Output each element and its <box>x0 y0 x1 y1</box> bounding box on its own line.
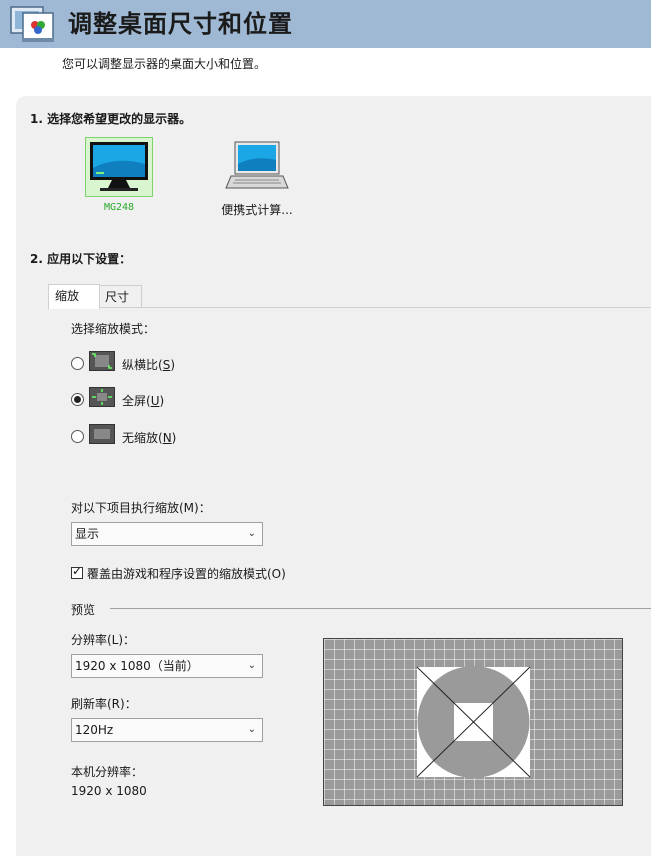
option-text: 无缩放( <box>122 431 163 445</box>
option-tail: ) <box>171 431 177 445</box>
override-scaling-label: 覆盖由游戏和程序设置的缩放模式(O) <box>87 567 286 581</box>
refresh-rate-select[interactable]: 120Hz ⌄ <box>71 718 263 742</box>
step1-heading: 1. 选择您希望更改的显示器。 <box>30 112 192 126</box>
option-full-screen: 全屏(U) <box>122 392 164 409</box>
page-title: 调整桌面尺寸和位置 <box>68 9 293 38</box>
select-value: 120Hz <box>75 723 114 737</box>
aspect-ratio-icon <box>89 351 115 371</box>
select-value: 1920 x 1080（当前） <box>75 659 199 673</box>
page-header: 调整桌面尺寸和位置 <box>0 0 651 48</box>
display-laptop[interactable]: 便携式计算... <box>212 140 302 218</box>
scaling-mode-label: 选择缩放模式： <box>71 322 156 336</box>
step2-heading: 2. 应用以下设置： <box>30 252 132 266</box>
perform-scaling-label: 对以下项目执行缩放(M)： <box>71 501 211 515</box>
option-text: 全屏( <box>122 394 151 408</box>
option-key: N <box>162 431 172 445</box>
refresh-rate-label: 刷新率(R)： <box>71 697 137 711</box>
preview-test-pattern <box>324 639 622 805</box>
display-label: MG248 <box>103 202 135 213</box>
display-settings-icon <box>10 4 56 44</box>
option-no-scaling: 无缩放(N) <box>122 429 176 446</box>
tab-size[interactable]: 尺寸 <box>98 285 142 308</box>
resolution-label: 分辨率(L)： <box>71 633 136 647</box>
display-mg248[interactable]: MG248 <box>84 137 154 213</box>
full-screen-icon <box>89 387 115 407</box>
radio-no-scaling[interactable] <box>71 430 84 443</box>
display-selection-frame <box>85 137 153 197</box>
option-aspect-ratio: 纵横比(S) <box>122 356 175 373</box>
section-divider <box>110 608 651 609</box>
page-subtitle: 您可以调整显示器的桌面大小和位置。 <box>62 57 267 71</box>
chevron-down-icon: ⌄ <box>247 724 256 735</box>
option-text: 纵横比( <box>122 358 163 372</box>
tab-scaling[interactable]: 缩放 <box>48 284 100 309</box>
scaling-preview <box>323 638 623 806</box>
chevron-down-icon: ⌄ <box>247 528 256 539</box>
monitor-icon <box>90 142 148 191</box>
laptop-icon <box>225 141 289 189</box>
chevron-down-icon: ⌄ <box>247 660 256 671</box>
override-scaling-checkbox[interactable] <box>71 564 83 579</box>
resolution-select[interactable]: 1920 x 1080（当前） ⌄ <box>71 654 263 678</box>
perform-scaling-select[interactable]: 显示 ⌄ <box>71 522 263 546</box>
select-value: 显示 <box>75 527 100 541</box>
radio-aspect-ratio[interactable] <box>71 357 84 370</box>
no-scaling-icon <box>89 424 115 444</box>
option-tail: ) <box>159 394 165 408</box>
display-label: 便携式计算... <box>221 203 293 217</box>
native-resolution-value: 1920 x 1080 <box>71 784 147 798</box>
radio-full-screen[interactable] <box>71 393 84 406</box>
option-tail: ) <box>170 358 175 372</box>
native-resolution-label: 本机分辨率： <box>71 765 144 779</box>
preview-section-label: 预览 <box>71 603 96 617</box>
